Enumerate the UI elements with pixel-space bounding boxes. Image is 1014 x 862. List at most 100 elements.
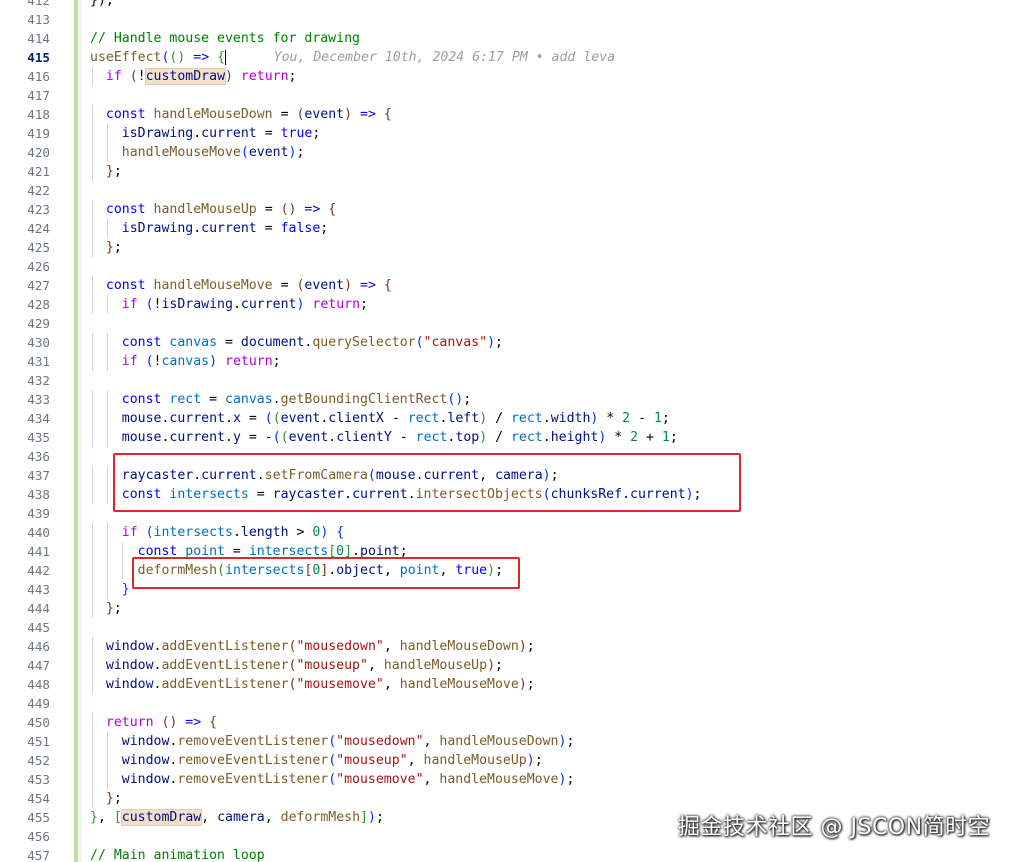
code-token: ;	[360, 297, 368, 312]
code-token: )	[225, 69, 233, 84]
code-line[interactable]: 447 window.addEventListener("mouseup", h…	[0, 656, 1014, 675]
code-token: "mousemove"	[336, 772, 424, 787]
code-token: -	[630, 411, 654, 426]
code-line[interactable]: 432	[0, 371, 1014, 390]
code-line[interactable]: 416 if (!customDraw) return;	[0, 67, 1014, 86]
code-token: ()	[280, 202, 297, 217]
code-token: true	[280, 126, 313, 141]
code-token: handleMouseMove	[153, 278, 273, 293]
code-line[interactable]: 430 const canvas = document.querySelecto…	[0, 333, 1014, 352]
code-token: (	[272, 430, 281, 445]
code-line[interactable]: 421 };	[0, 162, 1014, 181]
code-token: if	[90, 297, 146, 312]
code-token: =>	[177, 715, 210, 730]
code-editor[interactable]: 412}); 413 414 // Handle mouse events for d…	[0, 0, 1014, 862]
code-line[interactable]: 415 useEffect(() => { You, December 10th,…	[0, 48, 1014, 67]
code-line[interactable]: 426	[0, 257, 1014, 276]
code-line[interactable]: 424 isDrawing.current = false;	[0, 219, 1014, 238]
code-token: }	[90, 240, 114, 255]
line-number: 420	[27, 145, 50, 160]
code-line[interactable]: 457 // Main animation loop	[0, 846, 1014, 862]
code-line[interactable]: 417	[0, 86, 1014, 105]
code-line[interactable]: 420 handleMouseMove(event);	[0, 143, 1014, 162]
line-number: 446	[27, 639, 50, 654]
code-line[interactable]: 427 const handleMouseMove = (event) => {	[0, 276, 1014, 295]
code-token: // Main animation loop	[90, 848, 265, 862]
code-token: top	[455, 430, 480, 445]
code-token: [	[113, 810, 122, 825]
code-line[interactable]: 423 const handleMouseUp = () => {	[0, 200, 1014, 219]
code-text: mouse.current.y = -((event.clientY - rec…	[90, 428, 678, 447]
code-line[interactable]: 433 const rect = canvas.getBoundingClien…	[0, 390, 1014, 409]
code-token: (	[129, 69, 138, 84]
code-token: 1	[653, 411, 662, 426]
code-token: window	[90, 658, 154, 673]
code-token: (	[328, 753, 337, 768]
code-token: ;	[113, 164, 122, 179]
code-line[interactable]: 440 if (intersects.length > 0) {	[0, 523, 1014, 542]
code-token: ()	[169, 50, 186, 65]
code-token: handleMouseMove	[90, 145, 241, 160]
code-text: if (intersects.length > 0) {	[90, 523, 344, 542]
code-token: current	[201, 221, 257, 236]
code-token: mouse	[90, 411, 162, 426]
code-line[interactable]: 451 window.removeEventListener("mousedow…	[0, 732, 1014, 751]
line-number: 424	[27, 221, 50, 236]
line-number: 421	[27, 164, 50, 179]
code-token: +	[638, 430, 662, 445]
code-line[interactable]: 412});	[0, 0, 1014, 10]
line-number: 433	[27, 392, 50, 407]
code-token: handleMouseDown	[399, 639, 519, 654]
code-token: removeEventListener	[177, 734, 329, 749]
code-token: (	[328, 734, 337, 749]
code-token: current	[169, 430, 225, 445]
line-number: 416	[27, 69, 50, 84]
code-line[interactable]: 450 return () => {	[0, 713, 1014, 732]
code-line[interactable]: 449	[0, 694, 1014, 713]
code-token: ;	[312, 126, 321, 141]
code-token: ;	[113, 791, 122, 806]
code-line[interactable]: 428 if (!isDrawing.current) return;	[0, 295, 1014, 314]
code-line[interactable]: 425 };	[0, 238, 1014, 257]
code-text: window.addEventListener("mousemove", han…	[90, 675, 535, 694]
code-line[interactable]: 413	[0, 10, 1014, 29]
code-token: removeEventListener	[177, 772, 329, 787]
code-line[interactable]: 445	[0, 618, 1014, 637]
code-token: });	[90, 0, 114, 8]
code-line[interactable]: 444 };	[0, 599, 1014, 618]
annotation-box-deform-mesh	[132, 557, 520, 589]
code-token: clientX	[328, 411, 384, 426]
code-text: window.addEventListener("mousedown", han…	[90, 637, 535, 656]
code-line[interactable]: 452 window.removeEventListener("mouseup"…	[0, 751, 1014, 770]
code-token: customDraw	[144, 68, 227, 85]
code-line[interactable]: 448 window.addEventListener("mousemove",…	[0, 675, 1014, 694]
code-token: (	[280, 430, 289, 445]
code-token: ;	[296, 145, 305, 160]
code-line[interactable]: 446 window.addEventListener("mousedown",…	[0, 637, 1014, 656]
code-token: ,	[383, 639, 400, 654]
code-line[interactable]: 434 mouse.current.x = ((event.clientX - …	[0, 409, 1014, 428]
code-token: .	[542, 411, 551, 426]
code-token: )	[209, 354, 218, 369]
code-token: )	[479, 411, 488, 426]
code-token: .	[225, 411, 233, 426]
code-line[interactable]: 429	[0, 314, 1014, 333]
code-line[interactable]: 435 mouse.current.y = -((event.clientY -…	[0, 428, 1014, 447]
code-token: canvas	[161, 354, 210, 369]
code-token: {	[217, 50, 226, 65]
code-line[interactable]: 414 // Handle mouse events for drawing	[0, 29, 1014, 48]
code-token: isDrawing	[90, 126, 194, 141]
code-token: rect	[415, 430, 448, 445]
code-text: };	[90, 789, 122, 808]
code-line[interactable]: 431 if (!canvas) return;	[0, 352, 1014, 371]
code-token: ;	[113, 240, 122, 255]
code-token: )	[526, 753, 535, 768]
code-line[interactable]: 419 isDrawing.current = true;	[0, 124, 1014, 143]
code-token: handleMouseUp	[383, 658, 488, 673]
code-token: document	[240, 335, 305, 350]
code-line[interactable]: 418 const handleMouseDown = (event) => {	[0, 105, 1014, 124]
code-token: (	[415, 335, 424, 350]
code-token: ,	[367, 658, 384, 673]
code-line[interactable]: 422	[0, 181, 1014, 200]
code-line[interactable]: 453 window.removeEventListener("mousemov…	[0, 770, 1014, 789]
